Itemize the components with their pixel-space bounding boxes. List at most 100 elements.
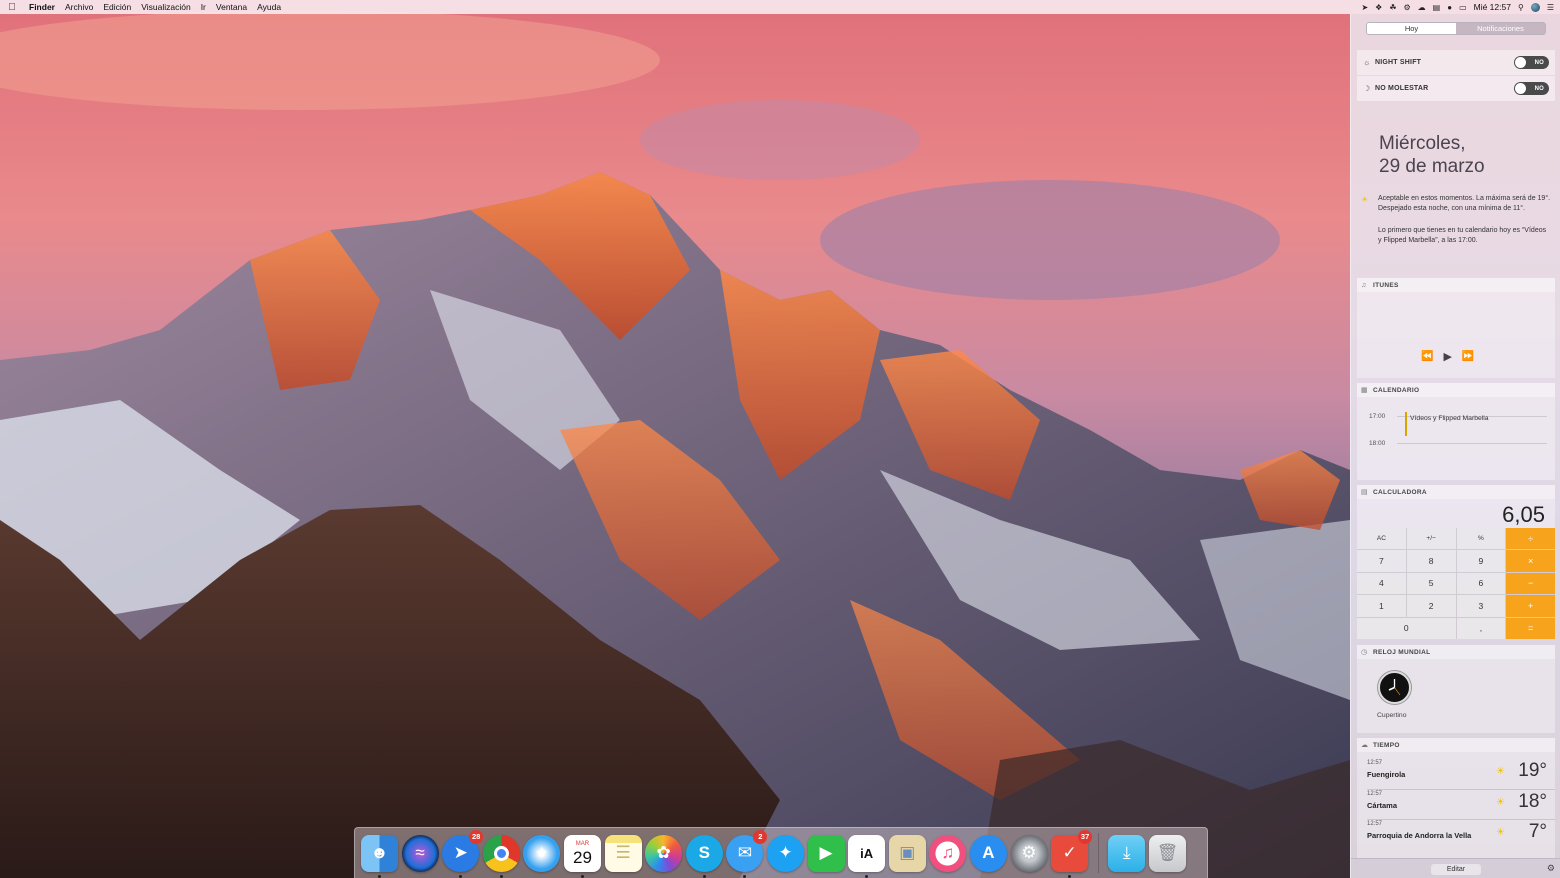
settings-gear-icon[interactable]: ⚙ <box>1547 863 1555 874</box>
widget-header: ▦ CALENDARIO <box>1357 383 1555 397</box>
calc-key-8[interactable]: 8 <box>1406 550 1456 572</box>
calendar-day: 29 <box>573 847 592 867</box>
apple-logo-icon[interactable]:  <box>0 2 24 13</box>
dock-wunderlist-icon[interactable]: ✓ 37 <box>1051 829 1093 878</box>
weather-summary: Aceptable en estos momentos. La máxima s… <box>1378 195 1551 212</box>
clock-icon: ◷ <box>1361 649 1368 656</box>
itunes-controls: ⏪ ▶ ⏩ <box>1421 350 1474 363</box>
dropbox-icon[interactable]: ❖ <box>1375 3 1382 12</box>
dock-photos-icon[interactable]: ✿ <box>645 834 683 872</box>
calc-key-multiply[interactable]: × <box>1506 550 1555 572</box>
calendar-title: CALENDARIO <box>1373 386 1420 394</box>
backup-icon[interactable]: ⚙ <box>1403 3 1410 12</box>
dock-finder-icon[interactable]: ☻ <box>361 834 398 878</box>
dock-preview-icon[interactable]: ▣ <box>888 834 926 872</box>
clipboard-icon[interactable]: ▤ <box>1433 3 1441 12</box>
calc-key-ac[interactable]: AC <box>1357 528 1406 550</box>
calc-key-3[interactable]: 3 <box>1456 595 1506 617</box>
calendar-event[interactable]: Vídeos y Flipped Marbella <box>1410 415 1489 422</box>
calculator-widget: ▤ CALCULADORA 6,05 AC +/− % ÷ 7 8 9 × 4 … <box>1357 485 1555 639</box>
notification-center: Hoy Notificaciones ☼ NIGHT SHIFT NO ☽ NO… <box>1350 14 1560 878</box>
calc-key-decimal[interactable]: , <box>1456 617 1506 639</box>
play-icon[interactable]: ▶ <box>1443 350 1451 363</box>
wifi-icon[interactable]: ● <box>1447 3 1452 12</box>
dock-trash-icon[interactable]: 🗑 <box>1148 834 1186 872</box>
weather-city: Fuengirola <box>1367 770 1406 779</box>
dock-messages-icon[interactable]: ✉ 2 <box>726 829 768 878</box>
calc-key-minus[interactable]: − <box>1506 572 1555 595</box>
calc-key-5[interactable]: 5 <box>1406 572 1456 595</box>
calc-key-6[interactable]: 6 <box>1456 572 1506 595</box>
calc-key-2[interactable]: 2 <box>1406 595 1456 617</box>
clock-hands <box>1388 679 1401 696</box>
calculator-icon: ▤ <box>1361 489 1368 496</box>
dock-safari-icon[interactable]: ✧ <box>523 834 561 872</box>
menu-archivo[interactable]: Archivo <box>60 2 98 12</box>
widget-header: ☁ TIEMPO <box>1357 738 1555 752</box>
divider <box>1367 819 1555 820</box>
calc-key-equals[interactable]: = <box>1506 617 1555 639</box>
weather-temp: 7° <box>1528 821 1547 842</box>
widget-header: ▤ CALCULADORA <box>1357 485 1555 499</box>
rewind-icon[interactable]: ⏪ <box>1421 351 1433 362</box>
menu-ayuda[interactable]: Ayuda <box>252 2 286 12</box>
world-clock-widget: ◷ RELOJ MUNDIAL Cupertino <box>1357 645 1555 733</box>
world-clock-title: RELOJ MUNDIAL <box>1373 648 1431 656</box>
calc-key-4[interactable]: 4 <box>1357 572 1406 595</box>
desktop-wallpaper <box>0 0 1560 878</box>
dock-spark-icon[interactable]: ➤ 28 <box>442 829 484 878</box>
location-icon[interactable]: ➤ <box>1361 3 1368 12</box>
dock-notes-icon[interactable]: ☰ <box>604 834 642 872</box>
calc-key-divide[interactable]: ÷ <box>1506 528 1555 550</box>
menu-visualizacion[interactable]: Visualización <box>136 2 195 12</box>
menu-clock[interactable]: Mié 12:57 <box>1474 2 1511 12</box>
list-icon[interactable]: ☰ <box>1547 3 1554 12</box>
cloud-icon[interactable]: ☁ <box>1418 3 1426 12</box>
hour-line <box>1397 443 1547 444</box>
user-icon[interactable] <box>1530 2 1540 12</box>
evernote-icon[interactable]: ☘ <box>1389 3 1396 12</box>
weather-row[interactable]: 12:57 Parroquia de Andorra la Vella ☀ 7° <box>1367 821 1547 849</box>
dock-twitter-icon[interactable]: ✦ <box>766 834 804 872</box>
search-icon[interactable]: ⚲ <box>1518 3 1524 12</box>
calendar-widget: ▦ CALENDARIO 17:00 Vídeos y Flipped Marb… <box>1357 383 1555 480</box>
badge-count: 37 <box>1078 829 1093 844</box>
calc-key-9[interactable]: 9 <box>1456 550 1506 572</box>
do-not-disturb-toggle[interactable]: NO <box>1514 82 1549 95</box>
dock-facetime-icon[interactable]: ▶ <box>807 834 845 872</box>
calc-key-plus[interactable]: + <box>1506 595 1555 617</box>
fast-forward-icon[interactable]: ⏩ <box>1462 351 1474 362</box>
calc-key-percent[interactable]: % <box>1456 528 1506 550</box>
dock-skype-icon[interactable]: S <box>685 834 723 878</box>
tab-hoy[interactable]: Hoy <box>1367 23 1456 34</box>
moon-icon: ☽ <box>1363 84 1371 93</box>
menu-ventana[interactable]: Ventana <box>211 2 252 12</box>
tab-notificaciones[interactable]: Notificaciones <box>1456 23 1545 34</box>
notification-tabs: Hoy Notificaciones <box>1366 22 1546 35</box>
dock-chrome-icon[interactable] <box>482 834 520 878</box>
dock-downloads-icon[interactable]: ⤓ <box>1108 834 1146 872</box>
calc-key-1[interactable]: 1 <box>1357 595 1406 617</box>
edit-button[interactable]: Editar <box>1431 864 1481 875</box>
calendar-month: MAR <box>575 840 590 847</box>
calc-key-sign[interactable]: +/− <box>1406 528 1456 550</box>
dock-itunes-icon[interactable]: ♫ <box>929 834 967 872</box>
airplay-icon[interactable]: ▭ <box>1459 3 1467 12</box>
widget-header: ◷ RELOJ MUNDIAL <box>1357 645 1555 659</box>
dock-siri-icon[interactable]: ≈ <box>401 834 439 872</box>
calc-key-0[interactable]: 0 <box>1357 617 1456 639</box>
dock-ia-writer-icon[interactable]: iA <box>848 834 886 878</box>
menu-bar:  Finder Archivo Edición Visualización I… <box>0 0 1560 14</box>
night-shift-toggle[interactable]: NO <box>1514 56 1549 69</box>
calc-key-7[interactable]: 7 <box>1357 550 1406 572</box>
dock-calendar-icon[interactable]: MAR 29 <box>563 834 601 878</box>
menu-ir[interactable]: Ir <box>196 2 211 12</box>
menu-finder[interactable]: Finder <box>24 2 60 12</box>
dock-app-store-icon[interactable]: A <box>969 834 1007 872</box>
widget-header: ♫ ITUNES <box>1357 278 1555 292</box>
dock-system-preferences-icon[interactable]: ⚙ <box>1010 834 1048 872</box>
menu-edicion[interactable]: Edición <box>98 2 136 12</box>
weather-row[interactable]: 12:57 Fuengirola ☀ 19° <box>1367 760 1547 788</box>
weather-row[interactable]: 12:57 Cártama ☀ 18° <box>1367 791 1547 819</box>
running-indicator <box>702 874 706 878</box>
